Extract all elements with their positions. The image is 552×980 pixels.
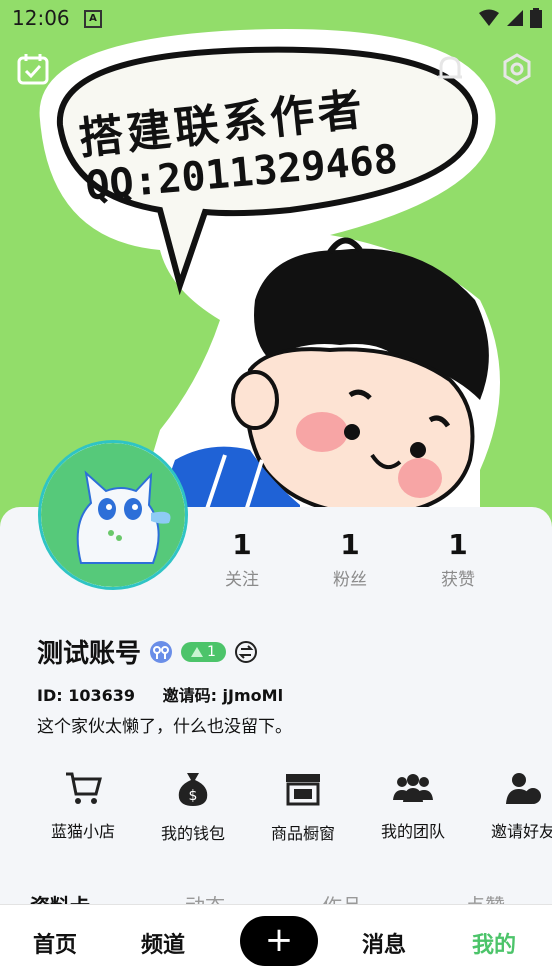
stat-likes-label: 获赞 — [441, 570, 475, 590]
nav-home[interactable]: 首页 — [33, 927, 77, 959]
avatar-cat-image — [41, 443, 185, 587]
action-wallet-label: 我的钱包 — [160, 824, 225, 843]
settings-icon[interactable] — [500, 52, 534, 86]
switch-account-icon[interactable] — [234, 640, 258, 664]
status-bar: 12:06 A — [0, 0, 552, 36]
storefront-icon — [286, 774, 320, 806]
user-id: ID: 103639 — [37, 686, 135, 705]
create-button[interactable]: + — [240, 916, 318, 966]
profile-name: 测试账号 — [37, 639, 142, 669]
nav-messages[interactable]: 消息 — [362, 927, 406, 959]
stat-followers-value: 1 — [340, 528, 360, 561]
stat-likes[interactable]: 1 获赞 — [413, 528, 503, 590]
status-time: 12:06 — [12, 6, 70, 30]
gender-icon — [150, 640, 173, 663]
stat-following[interactable]: 1 关注 — [197, 528, 287, 590]
svg-text:$: $ — [189, 788, 198, 804]
calendar-check-icon[interactable] — [16, 52, 50, 86]
nav-mine[interactable]: 我的 — [472, 927, 516, 959]
a-notification-icon: A — [84, 10, 102, 28]
signal-icon — [507, 10, 523, 26]
wifi-icon — [479, 9, 499, 26]
status-icons — [478, 8, 542, 28]
action-shop-label: 蓝猫小店 — [50, 822, 115, 841]
invite-icon — [506, 773, 541, 804]
team-icon — [393, 774, 433, 802]
battery-icon — [530, 8, 542, 28]
action-shop[interactable]: 蓝猫小店 — [28, 770, 138, 842]
action-wallet[interactable]: $ 我的钱包 — [138, 770, 248, 844]
action-team[interactable]: 我的团队 — [358, 770, 468, 842]
id-line: ID: 103639 邀请码: jJmoMl — [37, 682, 283, 706]
bottom-nav: 首页 频道 + 消息 我的 — [0, 904, 552, 980]
bell-icon[interactable] — [433, 52, 467, 86]
stat-followers-label: 粉丝 — [333, 570, 367, 590]
profile-name-row: 测试账号 1 — [37, 633, 258, 670]
cart-icon — [66, 772, 102, 804]
money-bag-icon: $ — [178, 773, 208, 806]
stat-following-label: 关注 — [225, 570, 259, 590]
avatar[interactable] — [38, 440, 188, 590]
action-invite[interactable]: 邀请好友 — [468, 770, 552, 842]
level-number: 1 — [207, 643, 216, 660]
action-showcase-label: 商品橱窗 — [270, 824, 335, 843]
stat-following-value: 1 — [232, 528, 252, 561]
action-showcase[interactable]: 商品橱窗 — [248, 770, 358, 844]
action-invite-label: 邀请好友 — [490, 822, 552, 841]
level-badge: 1 — [181, 641, 226, 662]
stat-likes-value: 1 — [448, 528, 468, 561]
stat-followers[interactable]: 1 粉丝 — [305, 528, 395, 590]
level-triangle-icon — [191, 646, 204, 657]
bio: 这个家伙太懒了，什么也没留下。 — [37, 717, 292, 737]
invite-code[interactable]: 邀请码: jJmoMl — [163, 686, 283, 705]
nav-channel[interactable]: 频道 — [141, 927, 185, 959]
action-team-label: 我的团队 — [380, 822, 445, 841]
